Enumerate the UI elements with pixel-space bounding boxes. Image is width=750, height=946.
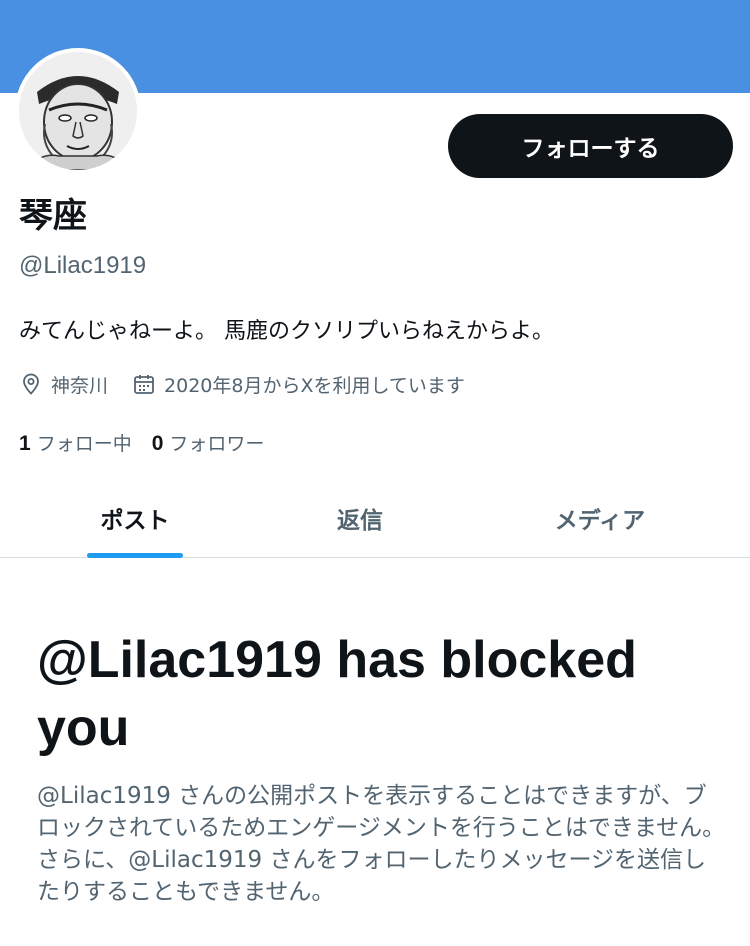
tab-posts-label: ポスト <box>100 507 170 534</box>
profile-tabs: ポスト 返信 メディア <box>0 478 750 558</box>
avatar-frame[interactable] <box>15 48 141 174</box>
tab-replies-label: 返信 <box>337 507 383 534</box>
profile-bio: みてんじゃねーよ。 馬鹿のクソリプいらねえからよ。 <box>19 319 554 344</box>
location-pin-icon <box>23 373 39 395</box>
tab-replies[interactable]: 返信 <box>270 478 450 557</box>
avatar-illustration <box>19 52 137 170</box>
joined-item: 2020年8月からXを利用しています <box>132 371 465 398</box>
following-count: 1 <box>19 431 31 455</box>
blocked-description: @Lilac1919 さんの公開ポストを表示することはできますが、ブロックされて… <box>37 783 726 905</box>
display-name: 琴座 <box>19 196 87 236</box>
followers-count: 0 <box>151 431 164 455</box>
location-text: 神奈川 <box>51 374 109 397</box>
avatar <box>19 52 137 170</box>
following-label: フォロー中 <box>36 432 132 455</box>
joined-text: 2020年8月からXを利用しています <box>164 374 465 397</box>
followers-label: フォロワー <box>169 432 265 455</box>
blocked-title: @Lilac1919 has blocked you <box>37 631 637 757</box>
tab-media[interactable]: メディア <box>450 478 750 557</box>
followers-link[interactable]: 0 フォロワー <box>152 429 265 456</box>
following-link[interactable]: 1 フォロー中 <box>19 429 132 456</box>
follow-stats: 1 フォロー中 0 フォロワー <box>19 426 284 458</box>
profile-handle: @Lilac1919 <box>19 252 147 279</box>
location-item: 神奈川 <box>19 371 108 398</box>
follow-button[interactable]: フォローする <box>448 114 733 178</box>
calendar-icon <box>134 375 154 394</box>
tab-posts[interactable]: ポスト <box>0 478 270 558</box>
active-tab-indicator <box>87 553 183 558</box>
profile-meta: 神奈川 2020年8月からXを利用しています <box>19 368 489 400</box>
tab-media-label: メディア <box>554 507 646 534</box>
